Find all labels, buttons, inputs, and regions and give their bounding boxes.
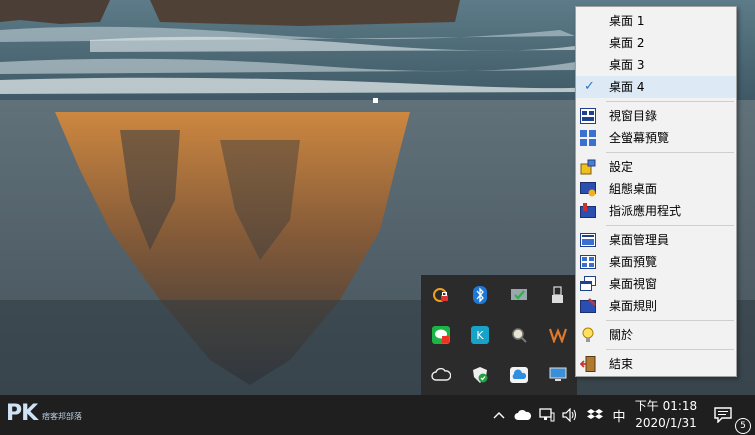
line-messenger-icon[interactable] (421, 315, 460, 355)
desktop-preview-icon (580, 255, 596, 269)
menu-item-settings[interactable]: 設定 (576, 156, 736, 178)
cloud-sync-icon[interactable] (421, 355, 460, 395)
menu-item-label: 指派應用程式 (609, 204, 682, 218)
menu-separator (606, 320, 734, 321)
watermark-logo: PK 痞客邦部落 (6, 401, 82, 426)
search-tool-icon[interactable] (499, 315, 538, 355)
usb-eject-icon[interactable] (538, 275, 577, 315)
menu-item-assign-app[interactable]: 指派應用程式 (576, 200, 736, 222)
notification-count-badge: 5 (735, 418, 751, 434)
ime-indicator[interactable]: 中 (608, 395, 630, 435)
menu-item-configure-desktop[interactable]: 組態桌面 (576, 178, 736, 200)
defender-shield-icon[interactable] (460, 355, 499, 395)
exit-door-icon (580, 356, 596, 372)
menu-item-label: 結束 (609, 357, 634, 371)
mouse-cursor (373, 98, 378, 103)
display-monitor-icon[interactable] (538, 355, 577, 395)
virtual-desktop-context-menu: 桌面 1 桌面 2 桌面 3 ✓ 桌面 4 視窗目錄 全螢幕預覽 設定 組態桌面… (575, 6, 737, 377)
menu-item-exit[interactable]: 結束 (576, 353, 736, 375)
menu-separator (606, 152, 734, 153)
action-center-icon[interactable] (708, 395, 738, 435)
window-list-icon (580, 108, 596, 124)
volume-icon[interactable] (560, 395, 580, 435)
svg-text:K: K (476, 329, 484, 342)
menu-item-label: 桌面 2 (609, 36, 645, 50)
watermark-text: 痞客邦部落 (42, 412, 82, 421)
desktop-manager-icon (580, 233, 596, 247)
menu-item-label: 桌面 4 (609, 80, 645, 94)
network-icon[interactable] (537, 395, 557, 435)
desktop-rules-icon (580, 298, 596, 313)
dropbox-icon[interactable] (584, 395, 606, 435)
menu-item-label: 桌面規則 (609, 299, 658, 313)
menu-item-label: 桌面視窗 (609, 277, 658, 291)
kdeconnect-icon[interactable]: K (460, 315, 499, 355)
menu-item-desktop-rules[interactable]: 桌面規則 (576, 295, 736, 317)
onedrive-icon[interactable] (499, 355, 538, 395)
security-check-icon[interactable] (499, 275, 538, 315)
menu-separator (606, 101, 734, 102)
menu-item-desktop-4[interactable]: ✓ 桌面 4 (576, 76, 736, 98)
menu-item-label: 關於 (609, 328, 634, 342)
menu-separator (606, 225, 734, 226)
taskbar: PK 痞客邦部落 中 下午 01:18 2020/1/31 (0, 395, 755, 435)
menu-item-fullscreen-preview[interactable]: 全螢幕預覽 (576, 127, 736, 149)
menu-item-label: 桌面 3 (609, 58, 645, 72)
app-w-icon[interactable] (538, 315, 577, 355)
menu-item-label: 設定 (609, 160, 634, 174)
menu-item-label: 組態桌面 (609, 182, 658, 196)
tray-overflow-flyout: K (421, 275, 577, 395)
menu-item-label: 全螢幕預覽 (609, 131, 670, 145)
menu-item-window-list[interactable]: 視窗目錄 (576, 105, 736, 127)
clock-time: 下午 01:18 (634, 399, 698, 413)
clock-date: 2020/1/31 (635, 416, 697, 430)
menu-item-desktop-preview[interactable]: 桌面預覽 (576, 251, 736, 273)
desktop-windows-icon (580, 276, 596, 291)
assign-app-icon (580, 203, 596, 218)
bluetooth-icon[interactable] (460, 275, 499, 315)
menu-item-label: 視窗目錄 (609, 109, 658, 123)
fullscreen-preview-icon (580, 130, 596, 146)
menu-item-label: 桌面預覽 (609, 255, 658, 269)
menu-item-desktop-3[interactable]: 桌面 3 (576, 54, 736, 76)
menu-item-label: 桌面管理員 (609, 233, 670, 247)
menu-item-label: 桌面 1 (609, 14, 645, 28)
menu-item-about[interactable]: 關於 (576, 324, 736, 346)
settings-icon (580, 159, 596, 175)
configure-desktop-icon (580, 182, 596, 197)
menu-item-desktop-manager[interactable]: 桌面管理員 (576, 229, 736, 251)
show-hidden-icons-chevron-icon[interactable] (490, 395, 508, 435)
onedrive-cloud-icon[interactable] (512, 395, 534, 435)
menu-item-desktop-windows[interactable]: 桌面視窗 (576, 273, 736, 295)
checkmark-icon: ✓ (584, 79, 595, 94)
menu-separator (606, 349, 734, 350)
watermark-pk: PK (6, 401, 38, 426)
taskbar-clock[interactable]: 下午 01:18 2020/1/31 (634, 398, 698, 432)
lightbulb-icon (582, 327, 594, 342)
menu-item-desktop-2[interactable]: 桌面 2 (576, 32, 736, 54)
menu-item-desktop-1[interactable]: 桌面 1 (576, 10, 736, 32)
vpn-lock-icon[interactable] (421, 275, 460, 315)
